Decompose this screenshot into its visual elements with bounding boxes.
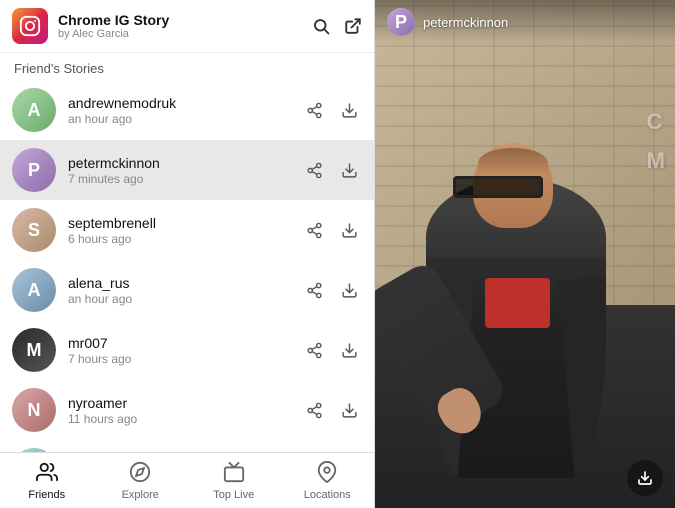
story-time: an hour ago (68, 292, 302, 306)
app-title: Chrome IG Story (58, 12, 312, 29)
nav-item-top-live[interactable]: Top Live (187, 453, 281, 508)
story-username: mr007 (68, 335, 302, 351)
download-button[interactable] (337, 278, 362, 303)
story-actions (302, 218, 362, 243)
story-info: alena_rus an hour ago (68, 275, 302, 306)
avatar: A (12, 88, 56, 132)
video-download-button[interactable] (627, 460, 663, 496)
download-button[interactable] (337, 218, 362, 243)
header-actions (312, 17, 362, 35)
story-time: 6 hours ago (68, 232, 302, 246)
nav-item-friends[interactable]: Friends (0, 453, 94, 508)
story-time: 11 hours ago (68, 412, 302, 426)
avatar-inner: A (12, 268, 56, 312)
download-button[interactable] (337, 338, 362, 363)
share-button[interactable] (302, 398, 327, 423)
avatar: S (12, 208, 56, 252)
locations-icon (316, 461, 338, 487)
story-actions (302, 398, 362, 423)
story-username: alena_rus (68, 275, 302, 291)
locations-label: Locations (304, 489, 351, 501)
external-link-button[interactable] (344, 17, 362, 35)
download-button[interactable] (337, 158, 362, 183)
story-actions (302, 338, 362, 363)
app-title-area: Chrome IG Story by Alec Garcia (58, 12, 312, 41)
story-time: 7 hours ago (68, 352, 302, 366)
video-avatar: P (387, 8, 415, 36)
share-button[interactable] (302, 278, 327, 303)
avatar: A (12, 268, 56, 312)
person-glasses (453, 176, 543, 198)
story-item[interactable]: A alena_rus an hour ago (0, 260, 374, 320)
shirt-detail (485, 278, 550, 328)
search-button[interactable] (312, 17, 330, 35)
app-header: Chrome IG Story by Alec Garcia (0, 0, 374, 53)
avatar: M (12, 328, 56, 372)
video-username: petermckinnon (423, 15, 508, 30)
avatar-inner: P (12, 148, 56, 192)
download-button[interactable] (337, 398, 362, 423)
story-username: septembrenell (68, 215, 302, 231)
story-username: andrewnemodruk (68, 95, 302, 111)
avatar: N (12, 388, 56, 432)
friends-icon (36, 461, 58, 487)
story-username: petermckinnon (68, 155, 302, 171)
avatar-inner: S (12, 208, 56, 252)
story-info: petermckinnon 7 minutes ago (68, 155, 302, 186)
share-button[interactable] (302, 338, 327, 363)
story-item[interactable]: P petermckinnon 7 minutes ago (0, 140, 374, 200)
avatar-inner: A (12, 88, 56, 132)
story-item[interactable]: C calsnape 12 hours ago (0, 440, 374, 452)
story-time: 7 minutes ago (68, 172, 302, 186)
story-info: mr007 7 hours ago (68, 335, 302, 366)
nav-item-explore[interactable]: Explore (94, 453, 188, 508)
story-time: an hour ago (68, 112, 302, 126)
avatar: P (12, 148, 56, 192)
friends-label: Friends (28, 489, 65, 501)
story-list: A andrewnemodruk an hour ago (0, 80, 374, 452)
story-item[interactable]: M mr007 7 hours ago (0, 320, 374, 380)
app-subtitle: by Alec Garcia (58, 28, 312, 40)
avatar-inner: N (12, 388, 56, 432)
share-button[interactable] (302, 98, 327, 123)
top-live-icon (223, 461, 245, 487)
bottom-nav: Friends Explore Top Live Locations (0, 452, 374, 508)
story-username: nyroamer (68, 395, 302, 411)
story-item[interactable]: A andrewnemodruk an hour ago (0, 80, 374, 140)
explore-icon (129, 461, 151, 487)
story-actions (302, 98, 362, 123)
video-panel: CM P petermckinnon (375, 0, 675, 508)
video-header: P petermckinnon (375, 0, 675, 44)
share-button[interactable] (302, 158, 327, 183)
app-logo (12, 8, 48, 44)
story-item[interactable]: N nyroamer 11 hours ago (0, 380, 374, 440)
friends-section-title: Friend's Stories (0, 53, 374, 80)
video-avatar-inner: P (387, 8, 415, 36)
story-info: nyroamer 11 hours ago (68, 395, 302, 426)
wall-text-overlay: CM (647, 102, 675, 181)
left-panel: Chrome IG Story by Alec Garcia Friend's … (0, 0, 375, 508)
story-info: andrewnemodruk an hour ago (68, 95, 302, 126)
nav-item-locations[interactable]: Locations (281, 453, 375, 508)
share-button[interactable] (302, 218, 327, 243)
video-background: CM (375, 0, 675, 508)
explore-label: Explore (122, 489, 159, 501)
download-button[interactable] (337, 98, 362, 123)
top-live-label: Top Live (213, 489, 254, 501)
story-info: septembrenell 6 hours ago (68, 215, 302, 246)
story-actions (302, 278, 362, 303)
story-actions (302, 158, 362, 183)
story-item[interactable]: S septembrenell 6 hours ago (0, 200, 374, 260)
avatar-inner: M (12, 328, 56, 372)
